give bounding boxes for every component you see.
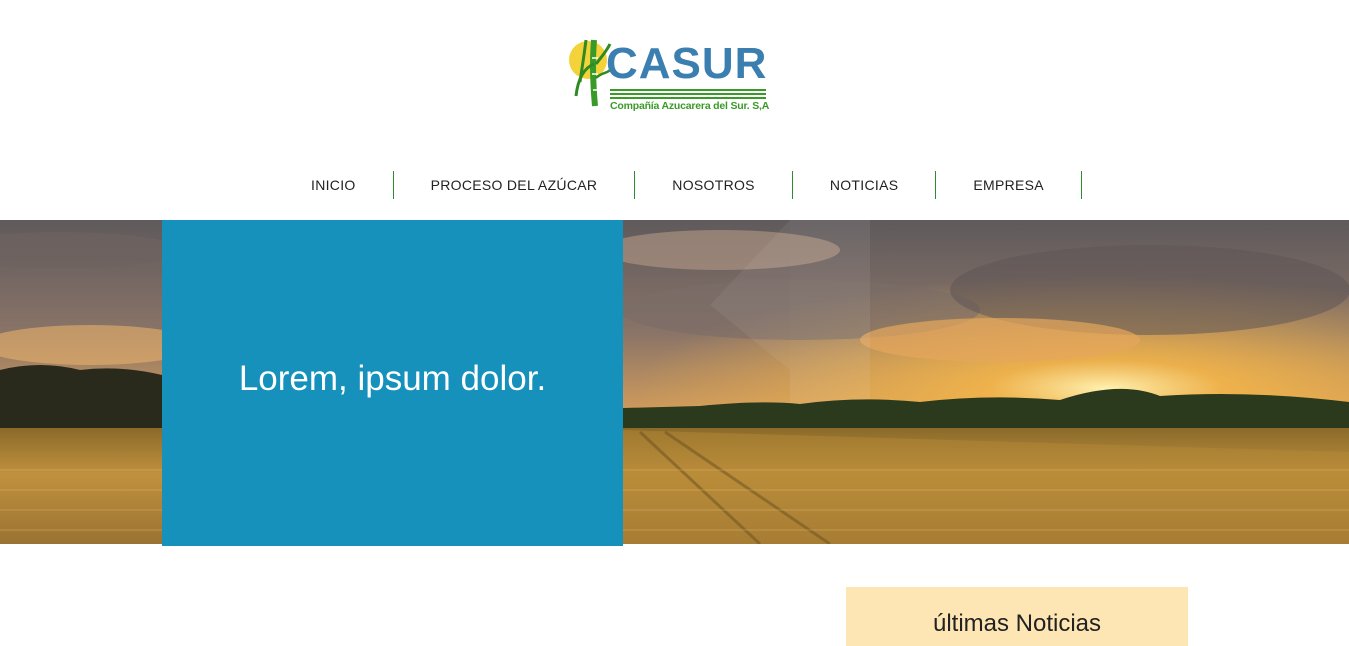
nav-item-noticias[interactable]: NOTICIAS <box>793 171 937 199</box>
nav-item-nosotros[interactable]: NOSOTROS <box>635 171 793 199</box>
nav-item-empresa[interactable]: EMPRESA <box>936 171 1082 199</box>
nav-item-proceso[interactable]: PROCESO DEL AZÚCAR <box>394 171 636 199</box>
logo-stripes <box>610 89 766 99</box>
logo-wordmark: CASUR <box>606 39 768 88</box>
nav-item-inicio[interactable]: INICIO <box>292 171 394 199</box>
hero-text-panel: Lorem, ipsum dolor. <box>162 220 623 546</box>
news-section-title: últimas Noticias <box>932 610 1102 637</box>
news-card: últimas Noticias <box>846 587 1188 646</box>
main-nav: INICIO PROCESO DEL AZÚCAR NOSOTROS NOTIC… <box>292 171 1082 199</box>
site-logo[interactable]: CASUR Compañía Azucarera del Sur. S,A <box>566 34 776 116</box>
logo-tagline: Compañía Azucarera del Sur. S,A <box>610 100 770 112</box>
hero-title: Lorem, ipsum dolor. <box>238 359 547 398</box>
